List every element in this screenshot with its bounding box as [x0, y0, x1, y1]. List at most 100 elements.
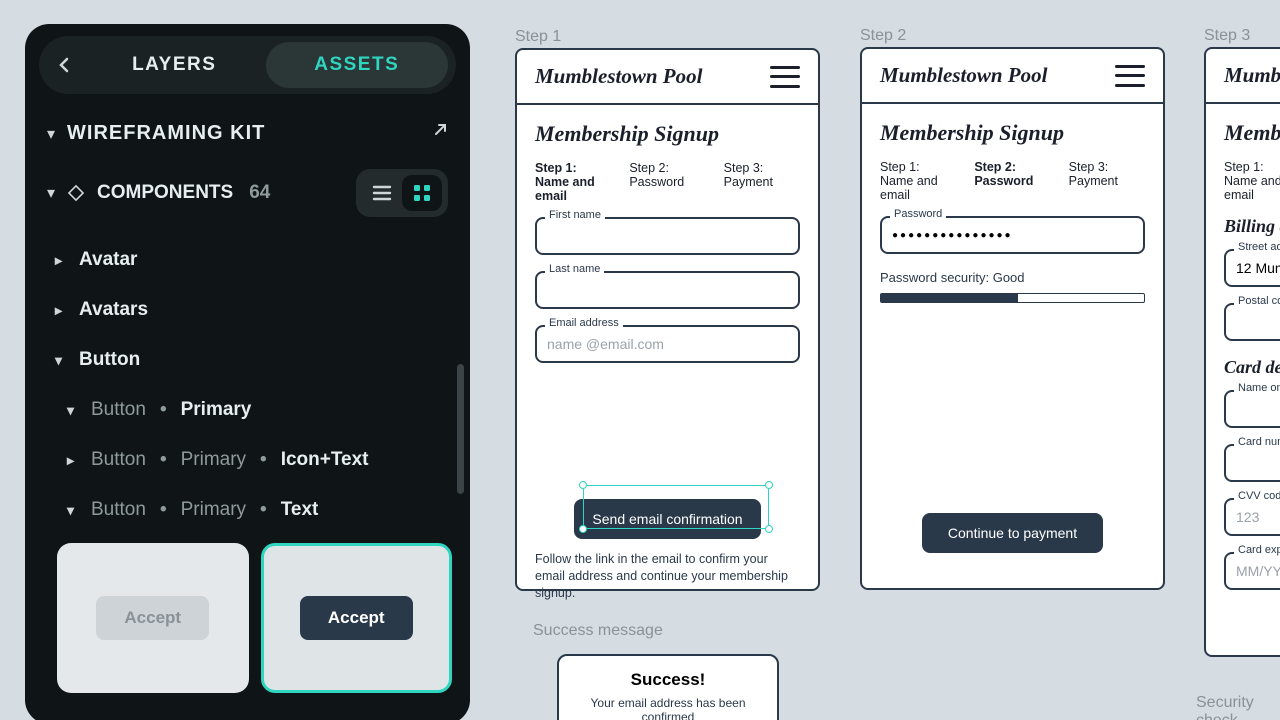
- stepper-step-2: Step 2: Password: [629, 161, 705, 203]
- field-postal: Postal code: [1224, 303, 1280, 341]
- chevron-down-icon: ▾: [67, 502, 81, 519]
- tree-item-label: Avatar: [79, 249, 137, 271]
- tree-item-button-text[interactable]: ▾ Button • Primary • Text: [43, 485, 452, 535]
- password-strength-bar: [880, 293, 1145, 303]
- label-street: Street address: [1234, 241, 1280, 253]
- label-cvv: CVV code: [1234, 490, 1280, 502]
- send-confirmation-button[interactable]: Send email confirmation: [574, 499, 760, 539]
- variant-button-primary: Accept: [300, 596, 413, 640]
- panel-tabbar: LAYERS ASSETS: [39, 36, 456, 94]
- label-expiry: Card expiry date: [1234, 544, 1280, 556]
- tree-item-label: Button: [79, 349, 140, 371]
- page-heading: Membership Signup: [880, 120, 1145, 146]
- chevron-down-icon: ▾: [67, 402, 81, 419]
- tree-item-button[interactable]: ▾ Button: [43, 335, 452, 385]
- field-expiry: Card expiry date: [1224, 552, 1280, 590]
- variant-card-primary[interactable]: Accept: [261, 543, 453, 693]
- field-email: Email address: [535, 325, 800, 363]
- mock-title: Mumblestown Pool: [535, 64, 702, 89]
- tree-item-label: Primary: [181, 449, 246, 471]
- input-postal[interactable]: [1224, 303, 1280, 341]
- section-billing: Billing address: [1224, 216, 1280, 237]
- assets-panel: LAYERS ASSETS ▾ WIREFRAMING KIT ▾ COMPON…: [25, 24, 470, 720]
- menu-icon[interactable]: [770, 66, 800, 88]
- variant-card-disabled[interactable]: Accept: [57, 543, 249, 693]
- mock-header: Mumblestown Pool: [517, 50, 818, 105]
- input-cvv[interactable]: [1224, 498, 1280, 536]
- stepper-step-3: Step 3: Payment: [1069, 160, 1145, 202]
- mock-title: Mumblestown Pool: [1224, 63, 1280, 88]
- input-first-name[interactable]: [535, 217, 800, 255]
- chevron-left-icon: [57, 57, 73, 73]
- frame-label-step3[interactable]: Step 3: [1204, 27, 1250, 45]
- frame-step2[interactable]: Mumblestown Pool Membership Signup Step …: [860, 47, 1165, 590]
- tree-item-label: Text: [281, 499, 319, 521]
- stepper: Step 1: Name and email Step 2: Password …: [1224, 160, 1280, 202]
- field-last-name: Last name: [535, 271, 800, 309]
- scrollbar[interactable]: [457, 364, 464, 494]
- menu-icon[interactable]: [1115, 65, 1145, 87]
- chevron-right-icon: ▸: [55, 302, 69, 319]
- frame-step3[interactable]: Mumblestown Pool Membership Signup Step …: [1204, 47, 1280, 657]
- frame-label-security[interactable]: Security check: [1196, 694, 1280, 720]
- field-name-on-card: Name on card: [1224, 390, 1280, 428]
- label-card-number: Card number: [1234, 436, 1280, 448]
- chevron-down-icon: ▾: [55, 352, 69, 369]
- tree-item-label: Button: [91, 449, 146, 471]
- tree-item-label: Icon+Text: [281, 449, 369, 471]
- tree-item-avatar[interactable]: ▸ Avatar: [43, 235, 452, 285]
- label-postal: Postal code: [1234, 295, 1280, 307]
- success-body: Your email address has been confirmed: [575, 696, 761, 720]
- view-list-button[interactable]: [362, 175, 402, 211]
- component-tree: ▸ Avatar ▸ Avatars ▾ Button ▾ Button • P…: [25, 225, 470, 535]
- view-grid-button[interactable]: [402, 175, 442, 211]
- list-icon: [372, 185, 392, 201]
- input-last-name[interactable]: [535, 271, 800, 309]
- tree-item-button-icon-text[interactable]: ▸ Button • Primary • Icon+Text: [43, 435, 452, 485]
- frame-label-step2[interactable]: Step 2: [860, 27, 906, 45]
- input-street[interactable]: [1224, 249, 1280, 287]
- stepper-step-3: Step 3: Payment: [724, 161, 800, 203]
- components-count: 64: [249, 182, 270, 204]
- frame-label-success[interactable]: Success message: [533, 622, 663, 640]
- chevron-down-icon: ▾: [47, 183, 55, 203]
- tree-item-label: Button: [91, 399, 146, 421]
- stepper: Step 1: Name and email Step 2: Password …: [880, 160, 1145, 202]
- tab-layers[interactable]: LAYERS: [83, 42, 266, 88]
- section-card: Card details: [1224, 357, 1280, 378]
- page-heading: Membership Signup: [535, 121, 800, 147]
- input-password[interactable]: [880, 216, 1145, 254]
- field-cvv: CVV code: [1224, 498, 1280, 536]
- view-toggle: [356, 169, 448, 217]
- tree-item-label: Avatars: [79, 299, 148, 321]
- input-name-on-card[interactable]: [1224, 390, 1280, 428]
- popout-icon[interactable]: [430, 122, 448, 145]
- mock-header: Mumblestown Pool: [1206, 49, 1280, 104]
- input-expiry[interactable]: [1224, 552, 1280, 590]
- input-card-number[interactable]: [1224, 444, 1280, 482]
- page-heading: Membership Signup: [1224, 120, 1280, 146]
- stepper-step-2: Step 2: Password: [974, 160, 1050, 202]
- tree-item-label: Primary: [181, 399, 252, 421]
- label-first-name: First name: [545, 209, 605, 221]
- back-button[interactable]: [47, 47, 83, 83]
- mock-header: Mumblestown Pool: [862, 49, 1163, 104]
- field-card-number: Card number: [1224, 444, 1280, 482]
- frame-label-step1[interactable]: Step 1: [515, 28, 561, 46]
- stepper: Step 1: Name and email Step 2: Password …: [535, 161, 800, 203]
- success-title: Success!: [575, 670, 761, 690]
- continue-to-payment-button[interactable]: Continue to payment: [922, 513, 1103, 553]
- kit-row[interactable]: ▾ WIREFRAMING KIT: [25, 104, 470, 155]
- label-password: Password: [890, 208, 946, 220]
- password-strength-label: Password security: Good: [880, 270, 1145, 285]
- components-row[interactable]: ▾ COMPONENTS 64: [25, 155, 470, 225]
- frame-step1[interactable]: Mumblestown Pool Membership Signup Step …: [515, 48, 820, 591]
- tree-item-label: Button: [91, 499, 146, 521]
- stepper-step-1: Step 1: Name and email: [535, 161, 611, 203]
- tab-assets[interactable]: ASSETS: [266, 42, 449, 88]
- input-email[interactable]: [535, 325, 800, 363]
- frame-success[interactable]: Success! Your email address has been con…: [557, 654, 779, 720]
- tree-item-avatars[interactable]: ▸ Avatars: [43, 285, 452, 335]
- tree-item-label: Primary: [181, 499, 246, 521]
- tree-item-button-primary[interactable]: ▾ Button • Primary: [43, 385, 452, 435]
